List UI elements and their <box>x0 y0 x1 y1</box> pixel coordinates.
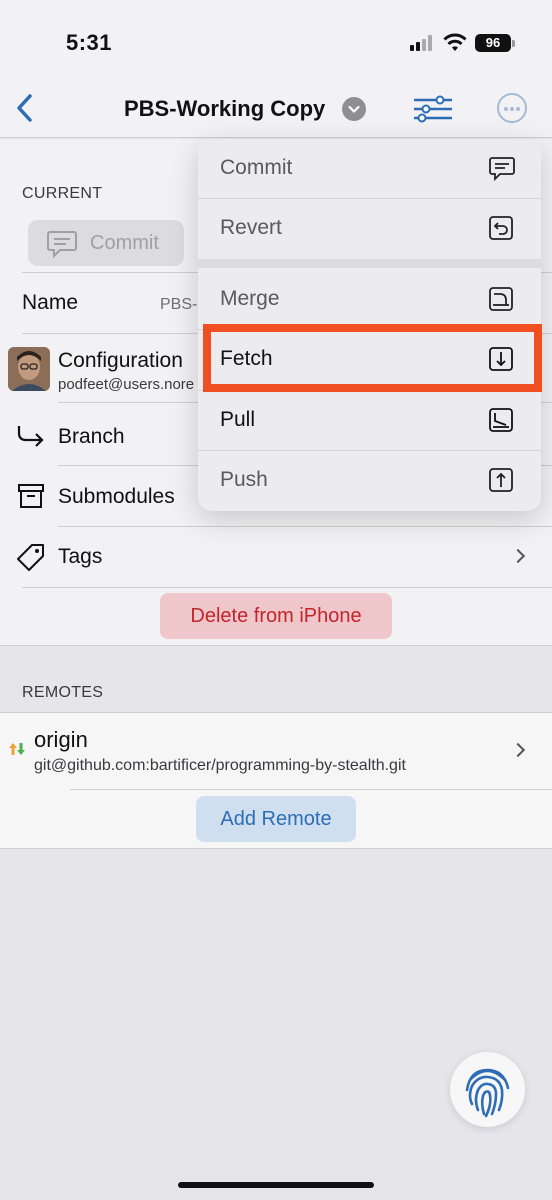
pull-icon <box>489 408 513 432</box>
wifi-icon <box>443 33 467 51</box>
commit-button[interactable]: Commit <box>28 220 184 266</box>
remote-origin-url: git@github.com:bartificer/programming-by… <box>34 757 406 774</box>
navigation-bar: PBS-Working Copy <box>0 80 552 138</box>
menu-item-label: Commit <box>220 156 293 179</box>
divider <box>22 587 552 588</box>
submodules-label[interactable]: Submodules <box>58 485 175 509</box>
status-time: 5:31 <box>66 30 113 55</box>
home-indicator <box>178 1182 374 1188</box>
commit-bubble-icon <box>489 157 515 182</box>
status-bar: 5:31 96 <box>0 0 552 80</box>
menu-item-label: Pull <box>220 408 256 431</box>
fingerprint-icon <box>465 1068 510 1118</box>
revert-icon <box>489 216 513 240</box>
back-chevron-icon[interactable] <box>10 90 42 126</box>
push-icon <box>489 468 513 492</box>
comment-icon <box>47 231 77 259</box>
menu-item-label: Merge <box>220 287 280 310</box>
archive-box-icon <box>18 484 44 508</box>
menu-item-revert[interactable]: Revert <box>198 199 541 259</box>
repository-title[interactable]: PBS-Working Copy <box>124 96 325 122</box>
delete-from-iphone-button[interactable]: Delete from iPhone <box>160 593 392 639</box>
chevron-down-icon[interactable] <box>342 97 366 121</box>
menu-item-pull[interactable]: Pull <box>198 391 541 451</box>
menu-item-label: Revert <box>220 216 282 239</box>
tags-label[interactable]: Tags <box>58 545 102 569</box>
remotes-section-header: REMOTES <box>22 684 104 701</box>
sliders-icon[interactable] <box>412 94 454 124</box>
more-options-icon[interactable] <box>497 93 527 123</box>
name-label: Name <box>22 291 79 314</box>
divider <box>58 526 552 527</box>
branch-label[interactable]: Branch <box>58 425 125 449</box>
tag-icon <box>17 544 44 571</box>
remote-origin-name[interactable]: origin <box>34 727 88 753</box>
divider <box>70 789 552 790</box>
fetch-highlight-box <box>203 324 542 392</box>
sync-arrows-icon <box>9 743 25 755</box>
add-remote-label: Add Remote <box>220 808 332 830</box>
commit-button-label: Commit <box>90 232 159 254</box>
menu-item-merge[interactable]: Merge <box>198 270 541 330</box>
add-remote-button[interactable]: Add Remote <box>196 796 356 842</box>
configuration-label[interactable]: Configuration <box>58 349 183 373</box>
menu-item-commit[interactable]: Commit <box>198 139 541 199</box>
avatar <box>8 347 50 391</box>
menu-group-gap <box>198 259 541 268</box>
delete-button-label: Delete from iPhone <box>190 605 362 627</box>
signal-icon <box>410 35 436 51</box>
name-value[interactable]: PBS- <box>160 296 197 314</box>
configuration-email: podfeet@users.nore <box>58 376 195 393</box>
battery-indicator: 96 <box>475 34 511 52</box>
menu-item-push[interactable]: Push <box>198 451 541 511</box>
fingerprint-button[interactable] <box>450 1052 525 1127</box>
current-section-header: CURRENT <box>22 185 103 202</box>
merge-icon <box>489 287 513 311</box>
menu-item-label: Push <box>220 468 268 491</box>
battery-tip <box>512 40 515 47</box>
branch-arrow-icon <box>17 426 44 447</box>
